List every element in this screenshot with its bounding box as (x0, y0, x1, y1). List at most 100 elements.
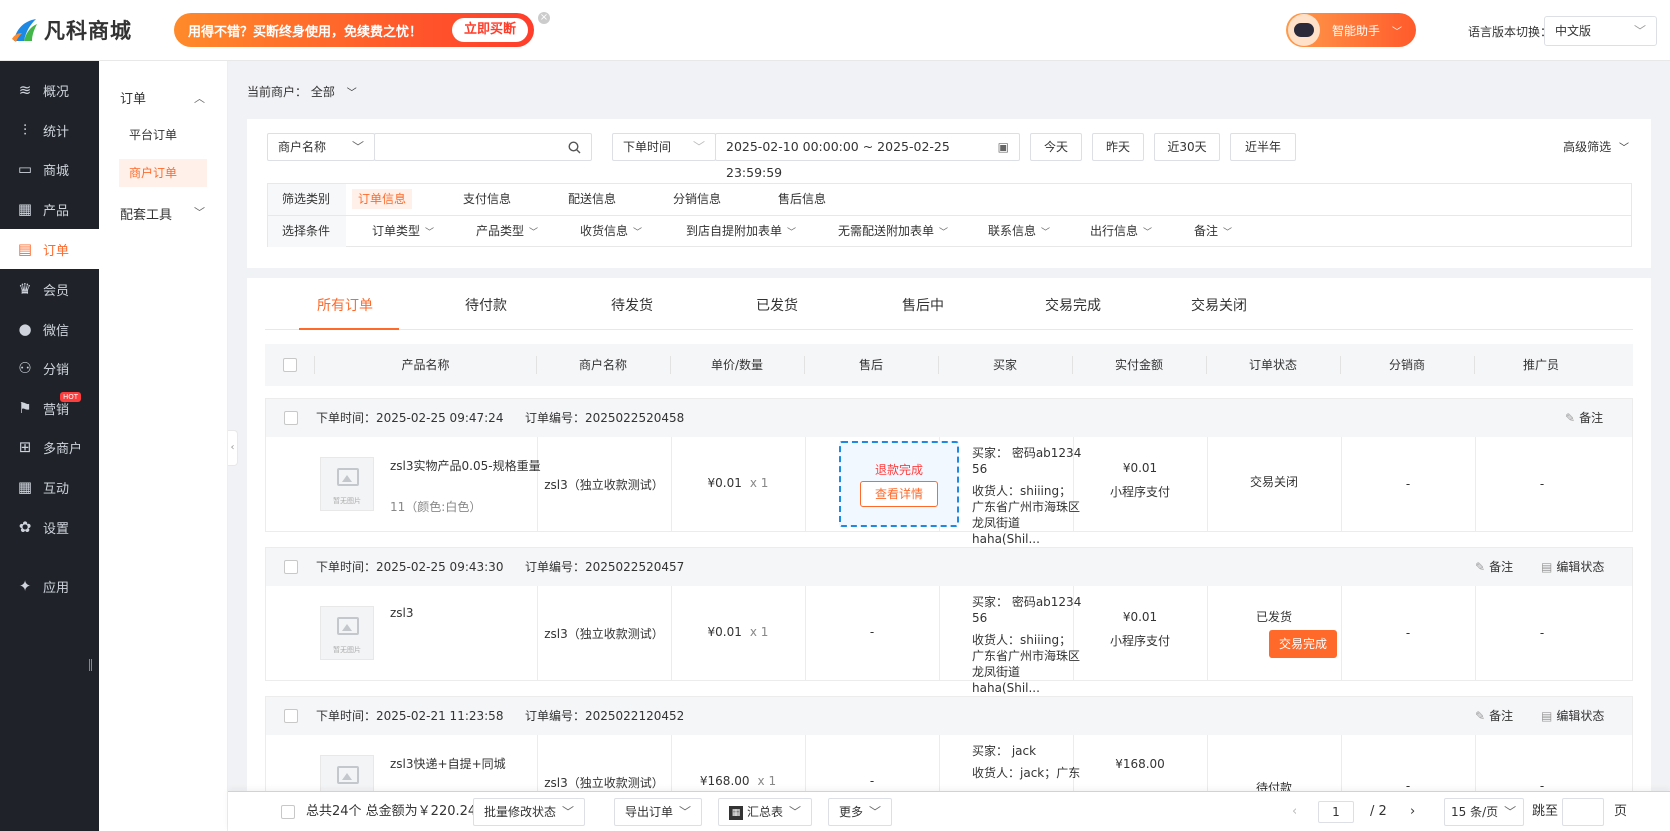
filter-category-item[interactable]: 支付信息 (463, 184, 511, 215)
filter-category-item[interactable]: 分销信息 (673, 184, 721, 215)
sidebar-resize-grip[interactable] (89, 659, 92, 671)
order-checkbox[interactable] (284, 411, 298, 425)
note-button[interactable]: ✎ 备注 (1475, 548, 1513, 586)
batch-status-button[interactable]: 批量修改状态 ﹀ (473, 798, 586, 826)
current-page-input[interactable]: 1 (1318, 801, 1354, 823)
complete-trade-button[interactable]: 交易完成 (1269, 630, 1337, 658)
sidebar-item[interactable]: ≋ 概况 (0, 70, 99, 110)
filter-condition-dropdown[interactable]: 订单类型 ﹀ (372, 216, 434, 249)
date-range-picker[interactable]: 2025-02-10 00:00:00 ~ 2025-02-25 23:59:5… (715, 133, 1020, 180)
sidebar-item[interactable]: ⫶ 统计 (0, 110, 99, 150)
buyout-button[interactable]: 立即买断 (451, 18, 528, 42)
product-thumbnail[interactable]: 暂无图片 (320, 606, 374, 660)
summary-sheet-button[interactable]: ▦ 汇总表 ﹀ (718, 798, 813, 826)
range-half-year-button[interactable]: 近半年 (1230, 133, 1296, 161)
column-divider (804, 356, 805, 374)
chevron-up-icon[interactable]: ︿ (194, 90, 205, 106)
product-name[interactable]: zsl3 (390, 606, 414, 620)
filter-condition-dropdown[interactable]: 到店自提附加表单 ﹀ (686, 216, 796, 249)
filter-category-item[interactable]: 订单信息 (352, 189, 413, 209)
wechat-icon: ● (18, 320, 32, 338)
subnav-group-tools[interactable]: 配套工具 (120, 204, 172, 223)
view-detail-button[interactable]: 查看详情 (860, 481, 938, 507)
sidebar-item[interactable]: ✦ 应用 (0, 566, 99, 606)
jump-label: 跳至 (1532, 804, 1559, 819)
refund-status: 退款完成 (874, 463, 923, 477)
order-tab[interactable]: 交易关闭 (1191, 295, 1247, 315)
search-field-select[interactable]: 商户名称 ﹀ (267, 133, 375, 161)
chevron-down-icon: ﹀ (1633, 24, 1646, 38)
order-status: 交易关闭 (1249, 475, 1298, 489)
subnav-item-platform-orders[interactable]: 平台订单 (119, 121, 207, 149)
range-yesterday-button[interactable]: 昨天 (1092, 133, 1144, 161)
order-tab[interactable]: 待发货 (611, 295, 653, 315)
product-name[interactable]: zsl3快递+自提+同城 (390, 755, 506, 772)
export-orders-button[interactable]: 导出订单 ﹀ (614, 798, 703, 826)
summary-sheet-icon: ▦ (729, 805, 743, 820)
filter-category-item[interactable]: 售后信息 (778, 184, 826, 215)
subnav-group-orders[interactable]: 订单 (120, 88, 146, 107)
order-card: 下单时间：2025-02-25 09:47:24 订单编号：20250225204… (265, 398, 1633, 546)
order-tab[interactable]: 交易完成 (1045, 295, 1101, 315)
product-thumbnail[interactable]: 暂无图片 (320, 457, 374, 511)
more-actions-button[interactable]: 更多 ﹀ (828, 798, 893, 826)
language-select[interactable]: 中文版 ﹀ (1544, 16, 1657, 46)
filter-condition-dropdown[interactable]: 备注 ﹀ (1194, 216, 1232, 249)
range-30days-button[interactable]: 近30天 (1154, 133, 1220, 161)
time-type-select[interactable]: 下单时间 ﹀ (612, 133, 716, 161)
order-tab[interactable]: 已发货 (756, 295, 798, 315)
filter-condition-dropdown[interactable]: 无需配送附加表单 ﹀ (838, 216, 948, 249)
interact-icon: ▦ (17, 478, 33, 496)
sidebar-item[interactable]: ▤ 订单 (0, 229, 99, 269)
merchant-name: zsl3（独立收款测试） (544, 478, 664, 492)
filter-condition-dropdown[interactable]: 收货信息 ﹀ (580, 216, 642, 249)
edit-status-button[interactable]: ▤ 编辑状态 (1541, 697, 1604, 735)
sidebar-item[interactable]: ● 微信 (0, 309, 99, 349)
order-checkbox[interactable] (284, 560, 298, 574)
sidebar-item[interactable]: ⚇ 分销 (0, 348, 99, 388)
edit-status-button[interactable]: ▤ 编辑状态 (1541, 548, 1604, 586)
sidebar-item[interactable]: ✿ 设置 (0, 507, 99, 547)
order-tab[interactable]: 待付款 (465, 295, 507, 315)
sidebar-item[interactable]: ♛ 会员 (0, 269, 99, 309)
page-size-select[interactable]: 15 条/页 ﹀ (1444, 798, 1524, 826)
sidebar-item[interactable]: ⊞ 多商户 (0, 427, 99, 467)
sidebar-item[interactable]: ▦ 产品 (0, 189, 99, 229)
sidebar-item[interactable]: ⚑ 营销 HOT (0, 388, 99, 428)
order-tab[interactable]: 售后中 (902, 295, 944, 315)
next-page-icon[interactable]: › (1410, 792, 1415, 831)
note-button[interactable]: ✎ 备注 (1565, 399, 1603, 437)
note-button[interactable]: ✎ 备注 (1475, 697, 1513, 735)
promo-close-icon[interactable]: × (538, 12, 550, 24)
order-tab[interactable]: 所有订单 (317, 295, 373, 315)
subnav-item-merchant-orders[interactable]: 商户订单 (119, 159, 207, 187)
select-all-checkbox[interactable] (283, 358, 297, 372)
assistant-button[interactable]: 智能助手 ﹀ (1286, 13, 1416, 47)
filter-category-item[interactable]: 配送信息 (568, 184, 616, 215)
jump-page-input[interactable] (1562, 798, 1604, 826)
chevron-down-icon[interactable]: ﹀ (194, 204, 205, 220)
advanced-filter-toggle[interactable]: 高级筛选 ﹀ (1563, 138, 1629, 155)
filter-condition-dropdown[interactable]: 产品类型 ﹀ (476, 216, 538, 249)
sidebar-item[interactable]: ▦ 互动 (0, 467, 99, 507)
chevron-down-icon: ﹀ (939, 228, 949, 238)
prev-page-icon[interactable]: ‹ (1292, 792, 1297, 831)
select-all-footer-checkbox[interactable] (281, 805, 295, 819)
sidebar-item[interactable]: ▭ 商城 (0, 149, 99, 189)
column-header: 商户名称 (578, 358, 627, 372)
layers-icon: ≋ (18, 81, 32, 99)
edit-note-icon: ✎ (1475, 560, 1486, 574)
promo-banner[interactable]: 用得不错？买断终身使用，免续费之忧！ 立即买断 (174, 13, 534, 47)
column-divider (536, 356, 537, 374)
search-icon[interactable] (568, 141, 581, 154)
filter-condition-dropdown[interactable]: 出行信息 ﹀ (1090, 216, 1152, 249)
current-merchant[interactable]: 当前商户： 全部 ﹀ (247, 83, 357, 100)
range-today-button[interactable]: 今天 (1030, 133, 1082, 161)
sidebar-item-label: 应用 (43, 580, 70, 596)
collapse-sidebar-handle[interactable]: ‹ (228, 430, 238, 466)
logo[interactable]: 凡科商城 (10, 14, 132, 46)
product-name[interactable]: zsl3实物产品0.05-规格重量 (390, 457, 541, 474)
filter-condition-dropdown[interactable]: 联系信息 ﹀ (988, 216, 1050, 249)
search-input[interactable] (374, 133, 592, 161)
order-checkbox[interactable] (284, 709, 298, 723)
